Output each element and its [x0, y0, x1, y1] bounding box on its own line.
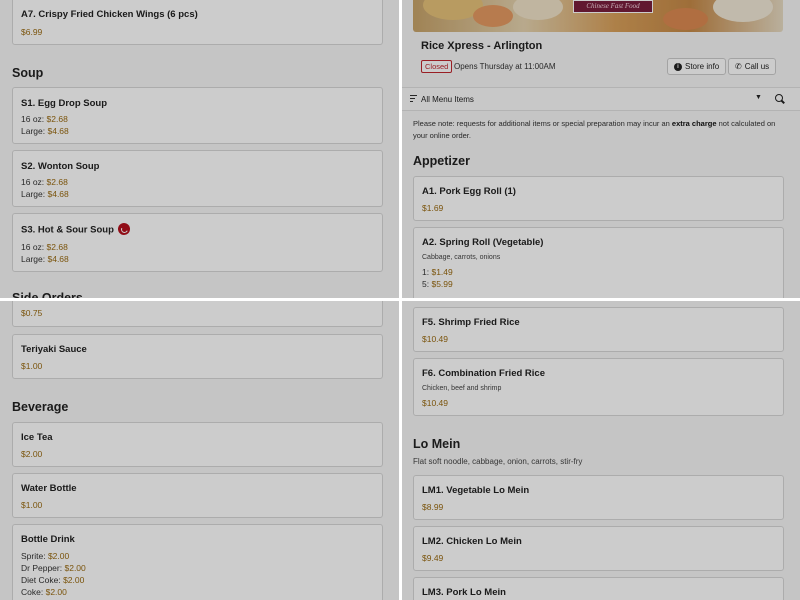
- menu-item-lm3[interactable]: LM3. Pork Lo Mein: [413, 577, 784, 600]
- phone-icon: ✆: [735, 62, 742, 71]
- price-line-1: 1: $1.49: [422, 267, 453, 277]
- price-line-large: Large: $4.68: [21, 189, 69, 199]
- store-banner-image: Chinese Fast Food: [413, 0, 783, 32]
- item-price: $6.99: [21, 27, 43, 37]
- menu-item-s2[interactable]: S2. Wonton Soup 16 oz: $2.68 Large: $4.6…: [12, 150, 383, 207]
- info-icon: i: [674, 62, 682, 71]
- item-name: A2. Spring Roll (Vegetable): [422, 237, 544, 248]
- item-price: $10.49: [422, 398, 448, 408]
- menu-item-s3[interactable]: S3. Hot & Sour Soup 16 oz: $2.68 Large: …: [12, 213, 383, 272]
- menu-item-teriyaki-sauce[interactable]: Teriyaki Sauce $1.00: [12, 334, 383, 379]
- item-name: S2. Wonton Soup: [21, 161, 100, 172]
- quadrant-divider-vertical: [399, 0, 402, 600]
- menu-item-bottle-drink[interactable]: Bottle Drink Sprite: $2.00 Dr Pepper: $2…: [12, 524, 383, 600]
- item-price: $2.00: [21, 449, 43, 459]
- item-name: A1. Pork Egg Roll (1): [422, 186, 516, 197]
- menu-item-s1[interactable]: S1. Egg Drop Soup 16 oz: $2.68 Large: $4…: [12, 87, 383, 144]
- menu-item-partial[interactable]: $0.75: [12, 300, 383, 327]
- chevron-down-icon[interactable]: ▼: [755, 94, 762, 101]
- menu-item-f5[interactable]: F5. Shrimp Fried Rice $10.49: [413, 307, 784, 352]
- search-icon[interactable]: [775, 94, 783, 102]
- menu-item-a2[interactable]: A2. Spring Roll (Vegetable) Cabbage, car…: [413, 227, 784, 300]
- menu-pane-soup: A7. Crispy Fried Chicken Wings (6 pcs) $…: [0, 0, 400, 300]
- item-description: Chicken, beef and shrimp: [422, 385, 502, 392]
- menu-pane-beverage: $0.75 Teriyaki Sauce $1.00 Beverage Ice …: [0, 300, 400, 600]
- item-name: F6. Combination Fried Rice: [422, 368, 545, 379]
- item-name: Bottle Drink: [21, 534, 75, 545]
- item-name: LM1. Vegetable Lo Mein: [422, 485, 530, 496]
- menu-item-lm2[interactable]: LM2. Chicken Lo Mein $9.49: [413, 526, 784, 571]
- item-price: $1.00: [21, 500, 43, 510]
- menu-pane-lo-mein: F5. Shrimp Fried Rice $10.49 F6. Combina…: [400, 300, 800, 600]
- item-name: S1. Egg Drop Soup: [21, 98, 108, 109]
- opening-hours: Opens Thursday at 11:00AM: [454, 62, 556, 71]
- call-us-button[interactable]: ✆ Call us: [728, 58, 777, 75]
- section-title-appetizer: Appetizer: [413, 154, 470, 168]
- price-line: Diet Coke: $2.00: [21, 575, 85, 585]
- menu-category-bar[interactable]: All Menu Items ▼: [400, 87, 800, 111]
- menu-item-a1[interactable]: A1. Pork Egg Roll (1) $1.69: [413, 176, 784, 221]
- item-name: LM3. Pork Lo Mein: [422, 587, 506, 598]
- menu-item-ice-tea[interactable]: Ice Tea $2.00: [12, 422, 383, 467]
- item-price: $8.99: [422, 502, 444, 512]
- item-name: Ice Tea: [21, 432, 53, 443]
- item-name: A7. Crispy Fried Chicken Wings (6 pcs): [21, 9, 198, 20]
- menu-category-select[interactable]: All Menu Items: [421, 95, 474, 104]
- menu-item-f6[interactable]: F6. Combination Fried Rice Chicken, beef…: [413, 358, 784, 416]
- section-title-lo-mein: Lo Mein: [413, 437, 461, 451]
- menu-item-water-bottle[interactable]: Water Bottle $1.00: [12, 473, 383, 518]
- order-note: Please note: requests for additional ite…: [413, 119, 776, 140]
- section-description: Flat soft noodle, cabbage, onion, carrot…: [413, 457, 583, 466]
- filter-icon: [410, 95, 417, 103]
- section-title-soup: Soup: [12, 66, 44, 80]
- item-name: LM2. Chicken Lo Mein: [422, 536, 522, 547]
- price-line-16oz: 16 oz: $2.68: [21, 242, 68, 252]
- price-line-5: 5: $5.99: [422, 279, 453, 289]
- store-info-button[interactable]: i Store info: [667, 58, 727, 75]
- item-price: $9.49: [422, 553, 444, 563]
- price-line-16oz: 16 oz: $2.68: [21, 177, 68, 187]
- item-name: F5. Shrimp Fried Rice: [422, 317, 520, 328]
- item-description: Cabbage, carrots, onions: [422, 254, 501, 261]
- price-line: Coke: $2.00: [21, 587, 67, 597]
- price-line-large: Large: $4.68: [21, 254, 69, 264]
- menu-item-lm1[interactable]: LM1. Vegetable Lo Mein $8.99: [413, 475, 784, 520]
- item-name: S3. Hot & Sour Soup: [21, 223, 130, 236]
- price-line: Dr Pepper: $2.00: [21, 563, 86, 573]
- item-name: Teriyaki Sauce: [21, 344, 87, 355]
- item-price: $10.49: [422, 334, 448, 344]
- price-line-16oz: 16 oz: $2.68: [21, 114, 68, 124]
- price-line-large: Large: $4.68: [21, 126, 69, 136]
- store-header-pane: Chinese Fast Food Rice Xpress - Arlingto…: [400, 0, 800, 300]
- item-price: $1.00: [21, 361, 43, 371]
- item-name: Water Bottle: [21, 483, 77, 494]
- section-title-beverage: Beverage: [12, 400, 69, 414]
- brand-logo: Chinese Fast Food: [573, 0, 653, 13]
- price-line: Sprite: $2.00: [21, 551, 70, 561]
- store-name: Rice Xpress - Arlington: [421, 40, 543, 52]
- spicy-icon: [117, 223, 130, 235]
- item-price: $0.75: [21, 308, 43, 318]
- item-price: $1.69: [422, 203, 444, 213]
- status-badge: Closed: [421, 60, 453, 73]
- menu-item-a7[interactable]: A7. Crispy Fried Chicken Wings (6 pcs) $…: [12, 0, 383, 45]
